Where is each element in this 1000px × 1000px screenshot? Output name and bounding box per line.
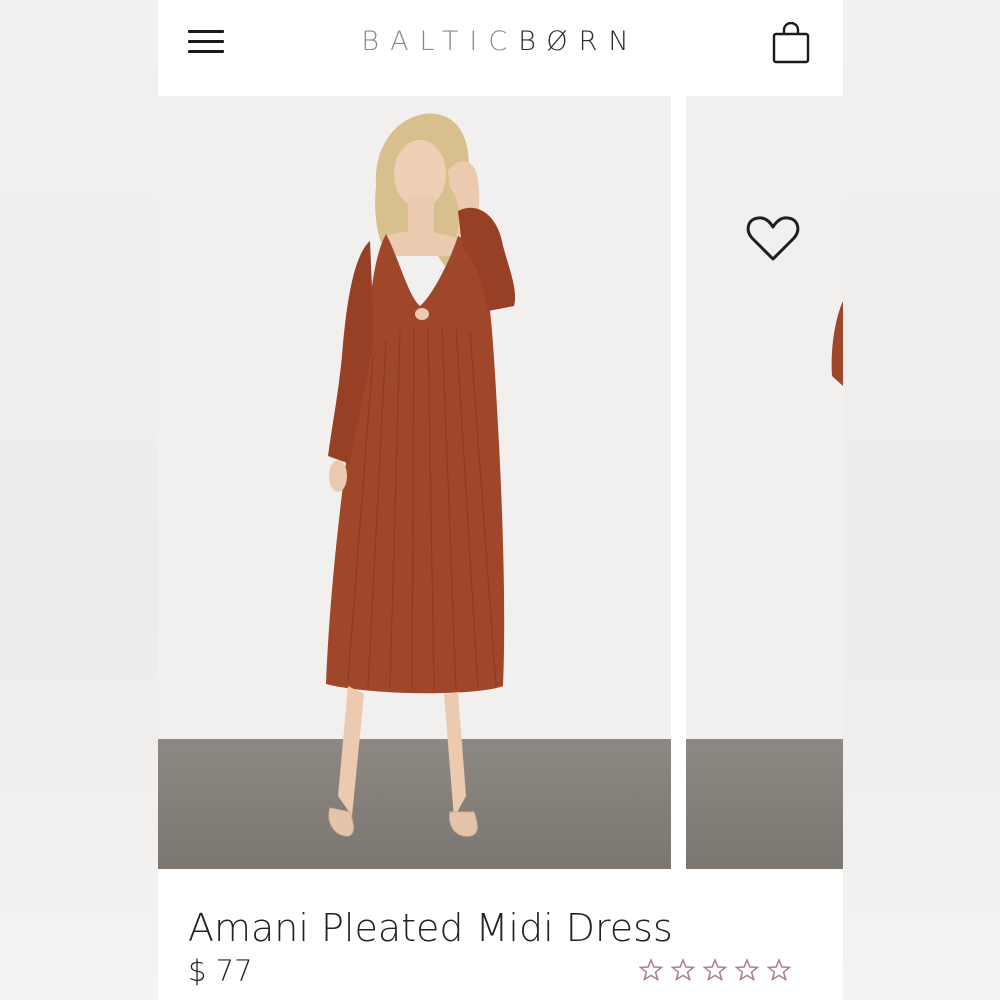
star-outline-icon xyxy=(670,958,696,982)
shopping-bag-icon[interactable] xyxy=(772,22,810,64)
product-image-next[interactable] xyxy=(686,96,843,869)
logo-part-1: BALTIC xyxy=(361,26,519,57)
star-outline-icon xyxy=(638,958,664,982)
mobile-page: BALTICBØRN Amani Pleated Midi Dress $ 77 xyxy=(158,0,843,1000)
product-price: $ 77 xyxy=(188,954,253,988)
hamburger-menu-icon[interactable] xyxy=(188,28,224,56)
product-info: Amani Pleated Midi Dress $ 77 xyxy=(158,869,843,1000)
star-outline-icon xyxy=(702,958,728,982)
model-figure xyxy=(326,113,516,837)
star-outline-icon xyxy=(734,958,760,982)
product-image-carousel[interactable] xyxy=(158,96,843,869)
product-title: Amani Pleated Midi Dress xyxy=(188,906,673,950)
star-outline-icon xyxy=(766,958,792,982)
product-image-main[interactable] xyxy=(158,96,671,869)
model-sleeve-partial xyxy=(831,301,843,386)
logo-part-2: BØRN xyxy=(518,26,640,57)
product-rating[interactable] xyxy=(638,957,798,985)
site-header: BALTICBØRN xyxy=(158,0,843,96)
brand-logo[interactable]: BALTICBØRN xyxy=(308,22,693,62)
background-left xyxy=(0,0,158,1000)
heart-icon[interactable] xyxy=(746,214,800,264)
background-right xyxy=(843,0,1000,1000)
